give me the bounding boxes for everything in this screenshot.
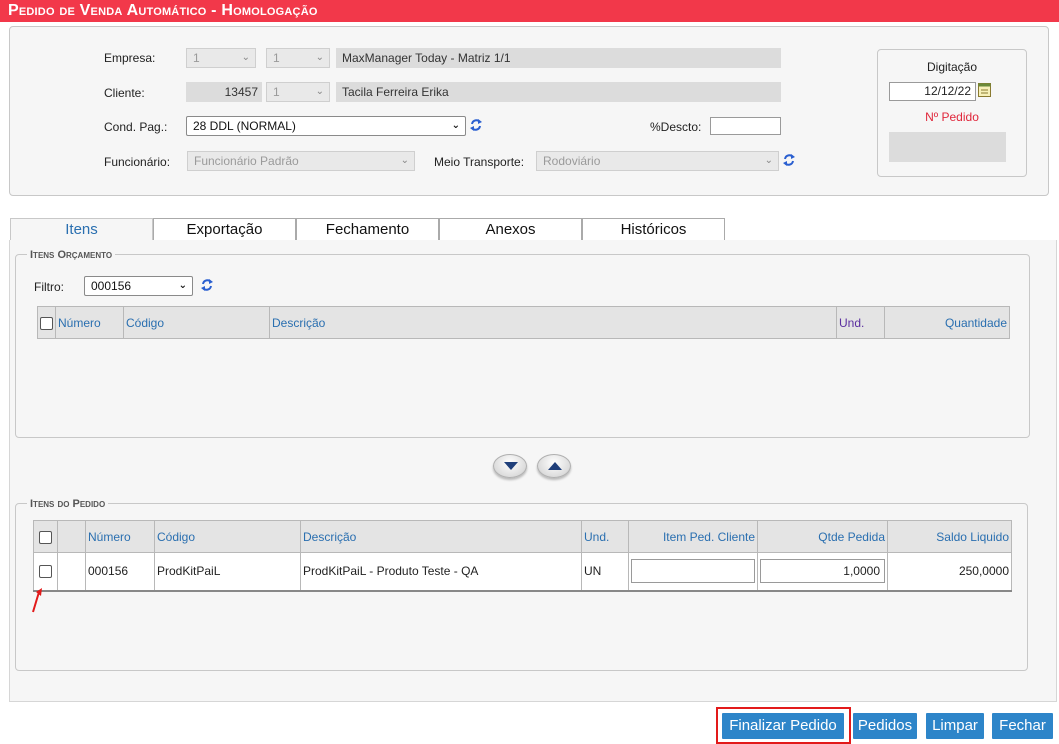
row-codigo: ProdKitPaiL [154,552,301,592]
empresa-label: Empresa: [104,51,156,65]
chevron-down-icon: ⌄ [451,120,460,131]
chevron-down-icon: ⌄ [241,52,250,63]
refresh-icon[interactable] [782,152,796,168]
app-title: Pedido de Venda Automático - Homologação [0,0,1059,22]
meio-transporte-select[interactable]: Rodoviário ⌄ [536,151,779,171]
refresh-icon[interactable] [200,277,214,293]
col-blank [57,520,86,553]
col-und[interactable]: Und. [581,520,629,553]
col-descricao[interactable]: Descrição [269,306,837,339]
qtde-pedida-input[interactable]: 1,0000 [760,559,885,584]
empresa-select-1-value: 1 [193,51,200,65]
row-qtde-pedida-cell: 1,0000 [757,552,888,592]
row-und: UN [581,552,629,592]
chevron-down-icon: ⌄ [315,52,324,63]
table-row[interactable]: 000156 ProdKitPaiL ProdKitPaiL - Produto… [33,552,1012,592]
row-blank-cell [57,552,86,592]
tab-exportacao[interactable]: Exportação [153,218,296,241]
itens-pedido-table: Número Código Descrição Und. Item Ped. C… [33,520,1012,592]
empresa-select-1[interactable]: 1 ⌄ [186,48,256,68]
pedido-number-label: Nº Pedido [925,110,979,124]
empresa-select-2-value: 1 [273,51,280,65]
meio-transporte-label: Meio Transporte: [434,155,525,169]
itens-orcamento-legend: Itens Orçamento [27,249,116,261]
annotation-arrow-icon [32,588,42,613]
empresa-name: MaxManager Today - Matriz 1/1 [336,48,781,68]
chevron-down-icon: ⌄ [178,280,187,291]
select-all-cell [37,306,56,339]
col-numero[interactable]: Número [85,520,155,553]
calendar-icon[interactable] [978,82,991,97]
row-descricao: ProdKitPaiL - Produto Teste - QA [300,552,582,592]
pedido-number-value [889,132,1006,162]
cliente-label: Cliente: [104,86,145,100]
move-down-button[interactable] [493,454,527,478]
funcionario-label: Funcionário: [104,155,171,169]
move-up-button[interactable] [537,454,571,478]
row-numero: 000156 [85,552,155,592]
row-saldo-liquido: 250,0000 [887,552,1012,592]
table-header-row: Número Código Descrição Und. Quantidade [37,306,1010,339]
itens-orcamento-table: Número Código Descrição Und. Quantidade [37,306,1010,339]
desconto-label: %Descto: [650,120,702,134]
cond-pag-label: Cond. Pag.: [104,120,168,134]
limpar-button[interactable]: Limpar [926,713,984,739]
funcionario-value: Funcionário Padrão [194,154,299,168]
tab-historicos[interactable]: Históricos [582,218,725,241]
col-saldo-liquido[interactable]: Saldo Liquido [887,520,1012,553]
chevron-down-icon: ⌄ [400,155,409,166]
arrow-up-icon [548,462,562,470]
digitacao-date-input[interactable]: 12/12/22 [889,82,976,101]
row-select-cell [33,552,58,592]
desconto-input[interactable] [710,117,781,135]
col-descricao[interactable]: Descrição [300,520,582,553]
col-numero[interactable]: Número [55,306,124,339]
tab-fechamento[interactable]: Fechamento [296,218,439,241]
meio-transporte-value: Rodoviário [543,154,601,168]
select-all-checkbox[interactable] [39,530,52,544]
pedidos-button[interactable]: Pedidos [853,713,917,739]
col-codigo[interactable]: Código [123,306,270,339]
cliente-name: Tacila Ferreira Erika [336,82,781,102]
row-checkbox[interactable] [39,565,52,579]
filtro-label: Filtro: [34,280,64,294]
table-header-row: Número Código Descrição Und. Item Ped. C… [33,520,1012,553]
empresa-select-2[interactable]: 1 ⌄ [266,48,330,68]
cond-pag-value: 28 DDL (NORMAL) [193,119,296,133]
select-all-cell [33,520,58,553]
col-und[interactable]: Und. [836,306,885,339]
itens-pedido-legend: Itens do Pedido [27,498,109,510]
cliente-select[interactable]: 1 ⌄ [266,82,330,102]
cliente-select-value: 1 [273,85,280,99]
filtro-value: 000156 [91,279,132,293]
chevron-down-icon: ⌄ [764,155,773,166]
row-item-ped-cliente-cell [628,552,758,592]
tab-itens[interactable]: Itens [10,218,153,241]
cliente-code: 13457 [186,82,262,102]
arrow-down-icon [504,462,518,470]
tab-anexos[interactable]: Anexos [439,218,582,241]
chevron-down-icon: ⌄ [315,86,324,97]
col-qtde-pedida[interactable]: Qtde Pedida [757,520,888,553]
select-all-checkbox[interactable] [40,316,53,330]
fechar-button[interactable]: Fechar [992,713,1053,739]
col-codigo[interactable]: Código [154,520,301,553]
funcionario-select[interactable]: Funcionário Padrão ⌄ [187,151,415,171]
finalizar-pedido-button[interactable]: Finalizar Pedido [722,713,844,739]
filtro-select[interactable]: 000156 ⌄ [84,276,193,296]
digitacao-label: Digitação [926,60,978,74]
item-ped-cliente-input[interactable] [631,559,755,584]
refresh-icon[interactable] [469,117,483,133]
col-item-ped-cliente[interactable]: Item Ped. Cliente [628,520,758,553]
cond-pag-select[interactable]: 28 DDL (NORMAL) ⌄ [186,116,466,136]
col-quantidade[interactable]: Quantidade [884,306,1010,339]
